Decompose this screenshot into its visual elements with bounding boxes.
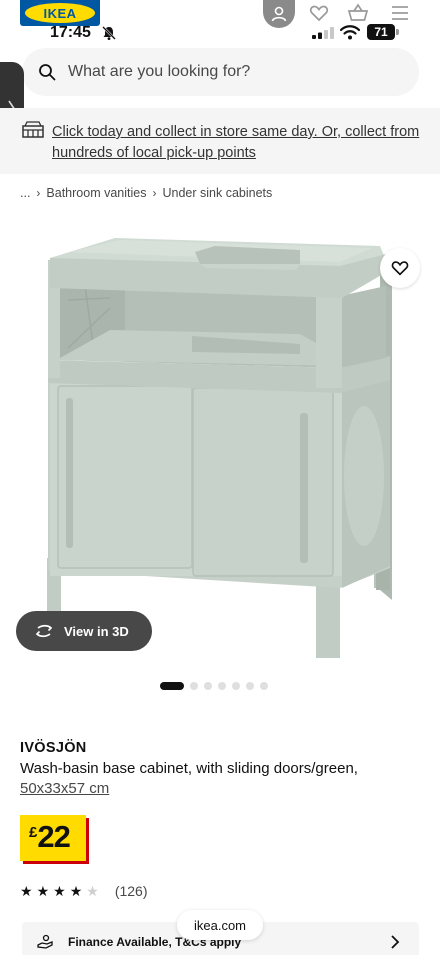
cellular-signal-icon bbox=[312, 27, 334, 39]
pagination-dot[interactable] bbox=[218, 682, 226, 690]
price-currency: £ bbox=[29, 824, 38, 841]
star-empty-icon: ★ bbox=[86, 883, 99, 899]
star-filled-icon: ★ bbox=[69, 883, 83, 899]
product-name[interactable]: IVÖSJÖN bbox=[20, 740, 87, 756]
product-image-gallery[interactable] bbox=[0, 208, 440, 668]
breadcrumb-separator-icon: › bbox=[152, 186, 157, 200]
pagination-dot[interactable] bbox=[232, 682, 240, 690]
battery-nub bbox=[396, 29, 399, 35]
price-amount: 22 bbox=[37, 819, 70, 854]
wifi-icon bbox=[340, 25, 360, 40]
search-input[interactable]: What are you looking for? bbox=[22, 48, 419, 96]
pagination-dot[interactable] bbox=[204, 682, 212, 690]
heart-icon bbox=[391, 261, 409, 276]
star-filled-icon: ★ bbox=[53, 883, 66, 899]
product-description: Wash-basin base cabinet, with sliding do… bbox=[20, 760, 358, 777]
rotate-3d-icon bbox=[35, 624, 53, 638]
logo-text: IKEA bbox=[43, 5, 77, 21]
pagination-dot-active[interactable] bbox=[160, 682, 184, 690]
click-collect-link[interactable]: Click today and collect in store same da… bbox=[52, 122, 422, 164]
battery-level: 71 bbox=[367, 24, 395, 40]
click-collect-banner: Click today and collect in store same da… bbox=[0, 108, 440, 174]
basket-icon[interactable] bbox=[347, 2, 369, 24]
menu-icon[interactable] bbox=[389, 2, 411, 24]
pagination-dot[interactable] bbox=[246, 682, 254, 690]
top-bar: IKEA 17:45 71 bbox=[0, 0, 440, 46]
gallery-pagination[interactable] bbox=[160, 682, 268, 690]
price-tag: £ 22 bbox=[20, 815, 86, 861]
ikea-logo-oval: IKEA bbox=[25, 3, 95, 23]
add-to-favourites-button[interactable] bbox=[380, 248, 420, 288]
breadcrumb-item-bathroom-vanities[interactable]: Bathroom vanities bbox=[46, 186, 146, 200]
pagination-dot[interactable] bbox=[190, 682, 198, 690]
search-placeholder: What are you looking for? bbox=[68, 63, 251, 80]
status-time: 17:45 bbox=[50, 24, 91, 41]
product-rating[interactable]: ★ ★ ★ ★ ★ (126) bbox=[20, 883, 148, 899]
battery-indicator: 71 bbox=[367, 24, 399, 40]
breadcrumb-item-under-sink-cabinets[interactable]: Under sink cabinets bbox=[162, 186, 272, 200]
product-image bbox=[47, 238, 392, 658]
profile-button[interactable] bbox=[263, 0, 295, 28]
star-filled-icon: ★ bbox=[36, 883, 50, 899]
chevron-right-icon bbox=[391, 935, 400, 949]
ikea-logo[interactable]: IKEA bbox=[20, 0, 100, 26]
breadcrumb: ... › Bathroom vanities › Under sink cab… bbox=[20, 186, 272, 200]
finance-hand-icon bbox=[37, 934, 53, 949]
pagination-dot[interactable] bbox=[260, 682, 268, 690]
breadcrumb-separator-icon: › bbox=[36, 186, 41, 200]
star-filled-icon: ★ bbox=[20, 883, 33, 899]
bell-muted-icon bbox=[102, 26, 116, 40]
breadcrumb-ellipsis[interactable]: ... bbox=[20, 186, 30, 200]
heart-icon[interactable] bbox=[308, 2, 330, 24]
view-in-3d-button[interactable]: View in 3D bbox=[16, 611, 152, 651]
review-count: (126) bbox=[114, 883, 148, 899]
delivery-van-icon bbox=[22, 121, 44, 138]
browser-domain-pill[interactable]: ikea.com bbox=[177, 910, 263, 940]
product-size-link[interactable]: 50x33x57 cm bbox=[20, 780, 109, 797]
avatar-icon bbox=[271, 6, 287, 22]
search-icon bbox=[39, 64, 56, 81]
view-in-3d-label: View in 3D bbox=[64, 623, 129, 639]
